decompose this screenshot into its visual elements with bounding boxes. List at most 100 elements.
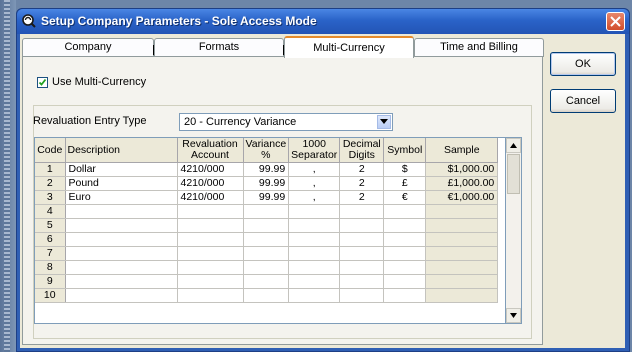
table-row[interactable]: 10 xyxy=(35,288,499,303)
cell-description[interactable] xyxy=(65,218,178,233)
cell-separator[interactable] xyxy=(288,274,341,289)
cell-description[interactable] xyxy=(65,204,178,219)
cell-description[interactable] xyxy=(65,274,178,289)
cell-symbol[interactable] xyxy=(383,274,427,289)
grid-vertical-scrollbar[interactable] xyxy=(506,137,522,324)
cell-separator[interactable] xyxy=(288,246,341,261)
cell-variance[interactable] xyxy=(243,218,290,233)
table-row[interactable]: 8 xyxy=(35,260,499,275)
cell-digits[interactable] xyxy=(339,260,385,275)
cell-separator[interactable]: , xyxy=(288,176,341,191)
cell-variance[interactable] xyxy=(243,260,290,275)
column-header-variance[interactable]: Variance % xyxy=(243,138,290,163)
cell-account[interactable]: 4210/000 xyxy=(177,190,244,205)
use-multi-currency-checkbox[interactable] xyxy=(37,76,48,88)
table-row[interactable]: 7 xyxy=(35,246,499,261)
cell-symbol[interactable] xyxy=(383,232,427,247)
tab-time-and-billing[interactable]: Time and Billing xyxy=(414,38,544,57)
table-row[interactable]: 9 xyxy=(35,274,499,289)
cell-variance[interactable] xyxy=(243,232,290,247)
cell-symbol[interactable] xyxy=(383,204,427,219)
cell-symbol[interactable] xyxy=(383,246,427,261)
table-row[interactable]: 3 Euro 4210/000 99.99, 2 € €1,000.00 xyxy=(35,190,499,205)
scroll-up-button[interactable] xyxy=(506,138,521,153)
cell-separator[interactable] xyxy=(288,204,341,219)
ok-button[interactable]: OK xyxy=(550,52,616,76)
cell-account[interactable] xyxy=(177,218,244,233)
cell-account[interactable] xyxy=(177,288,244,303)
table-row[interactable]: 1 Dollar 4210/000 99.99, 2 $ $1,000.00 xyxy=(35,162,499,177)
cell-description[interactable]: Dollar xyxy=(65,162,178,177)
cell-variance[interactable] xyxy=(243,288,290,303)
tab-formats[interactable]: Formats xyxy=(154,38,284,57)
cell-variance[interactable]: 99.99 xyxy=(243,162,290,177)
cell-digits[interactable]: 2 xyxy=(339,162,385,177)
tab-company[interactable]: Company xyxy=(22,38,154,57)
cell-separator[interactable] xyxy=(288,218,341,233)
column-header-description[interactable]: Description xyxy=(65,138,178,163)
cell-digits[interactable] xyxy=(339,246,385,261)
cell-separator[interactable]: , xyxy=(288,190,341,205)
tab-multi-currency[interactable]: Multi-Currency xyxy=(284,36,414,58)
close-button[interactable] xyxy=(606,12,625,31)
title-bar[interactable]: Setup Company Parameters - Sole Access M… xyxy=(17,9,629,34)
use-multi-currency-row[interactable]: Use Multi-Currency xyxy=(37,76,146,88)
cell-account[interactable]: 4210/000 xyxy=(177,162,244,177)
cell-sample xyxy=(425,274,499,289)
table-row[interactable]: 5 xyxy=(35,218,499,233)
cell-account[interactable]: 4210/000 xyxy=(177,176,244,191)
column-header-symbol[interactable]: Symbol xyxy=(383,138,427,163)
cell-symbol[interactable]: £ xyxy=(383,176,427,191)
cell-account[interactable] xyxy=(177,260,244,275)
revaluation-entry-type-select[interactable]: 20 - Currency Variance xyxy=(179,113,393,131)
cell-description[interactable] xyxy=(65,246,178,261)
cell-account[interactable] xyxy=(177,232,244,247)
cell-description[interactable] xyxy=(65,288,178,303)
cell-account[interactable] xyxy=(177,274,244,289)
scroll-thumb[interactable] xyxy=(507,154,520,194)
window-title: Setup Company Parameters - Sole Access M… xyxy=(41,14,317,28)
cell-digits[interactable] xyxy=(339,218,385,233)
cell-digits[interactable] xyxy=(339,204,385,219)
table-header-row: Code Description Revaluation Account Var… xyxy=(35,138,499,163)
cell-symbol[interactable]: € xyxy=(383,190,427,205)
cancel-button[interactable]: Cancel xyxy=(550,89,616,113)
column-header-decimal-digits[interactable]: Decimal Digits xyxy=(339,138,385,163)
column-header-revaluation-account[interactable]: Revaluation Account xyxy=(177,138,244,163)
scroll-down-button[interactable] xyxy=(506,308,521,323)
cell-digits[interactable] xyxy=(339,288,385,303)
cell-digits[interactable]: 2 xyxy=(339,190,385,205)
column-header-code[interactable]: Code xyxy=(35,138,66,163)
cell-description[interactable]: Euro xyxy=(65,190,178,205)
cell-description[interactable] xyxy=(65,232,178,247)
dropdown-button[interactable] xyxy=(377,115,391,129)
currency-grid[interactable]: Code Description Revaluation Account Var… xyxy=(34,137,506,324)
cell-variance[interactable] xyxy=(243,246,290,261)
cell-variance[interactable] xyxy=(243,274,290,289)
column-header-sample[interactable]: Sample xyxy=(425,138,499,163)
cell-digits[interactable]: 2 xyxy=(339,176,385,191)
cell-symbol[interactable] xyxy=(383,260,427,275)
cell-symbol[interactable]: $ xyxy=(383,162,427,177)
cell-description[interactable] xyxy=(65,260,178,275)
cancel-button-label: Cancel xyxy=(565,95,601,107)
table-row[interactable]: 4 xyxy=(35,204,499,219)
cell-variance[interactable]: 99.99 xyxy=(243,176,290,191)
column-header-separator[interactable]: 1000 Separator xyxy=(288,138,341,163)
cell-separator[interactable] xyxy=(288,260,341,275)
cell-description[interactable]: Pound xyxy=(65,176,178,191)
table-row[interactable]: 2 Pound 4210/000 99.99, 2 £ £1,000.00 xyxy=(35,176,499,191)
cell-separator[interactable] xyxy=(288,232,341,247)
cell-variance[interactable]: 99.99 xyxy=(243,190,290,205)
cell-digits[interactable] xyxy=(339,232,385,247)
cell-account[interactable] xyxy=(177,246,244,261)
cell-symbol[interactable] xyxy=(383,288,427,303)
cell-account[interactable] xyxy=(177,204,244,219)
cell-separator[interactable] xyxy=(288,288,341,303)
cell-variance[interactable] xyxy=(243,204,290,219)
table-row[interactable]: 6 xyxy=(35,232,499,247)
cell-separator[interactable]: , xyxy=(288,162,341,177)
cell-digits[interactable] xyxy=(339,274,385,289)
cell-symbol[interactable] xyxy=(383,218,427,233)
tab-company-label: Company xyxy=(64,41,112,53)
